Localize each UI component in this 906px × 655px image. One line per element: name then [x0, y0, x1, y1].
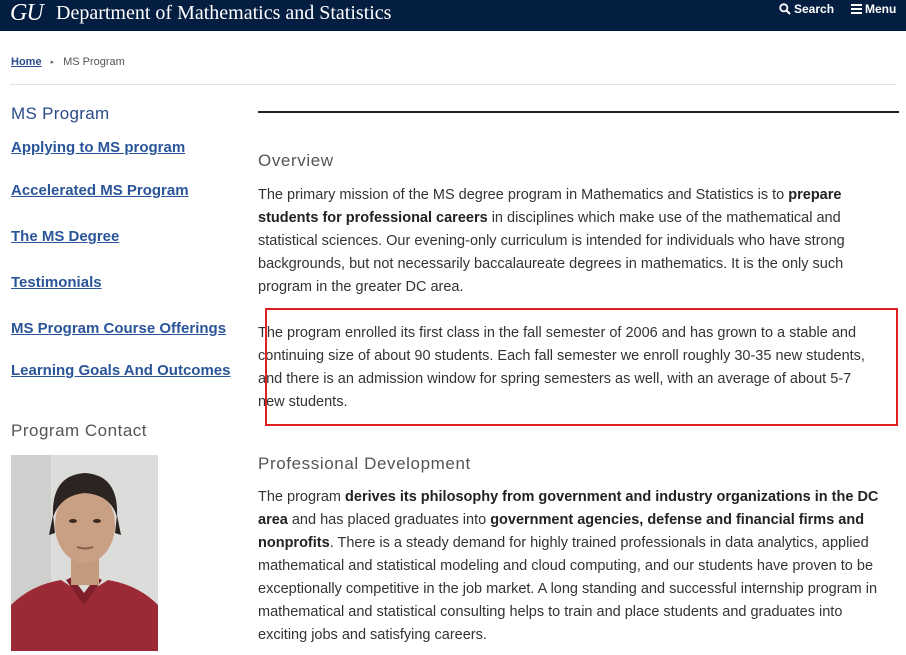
- department-title[interactable]: Department of Mathematics and Statistics: [56, 2, 391, 24]
- prof-line-1: The program derives its philosophy from …: [258, 489, 879, 505]
- overview-heading: Overview: [258, 151, 334, 170]
- overview-line-1: The primary mission of the MS degree pro…: [258, 187, 842, 203]
- search-button[interactable]: Search: [779, 2, 834, 16]
- sidebar-link-testimonials[interactable]: Testimonials: [11, 274, 102, 291]
- program-contact-photo: [11, 455, 158, 651]
- top-navigation-bar: GU Department of Mathematics and Statist…: [0, 0, 906, 31]
- sidebar-link-accelerated[interactable]: Accelerated MS Program: [11, 182, 189, 199]
- prof-line-2: area and has placed graduates into gover…: [258, 512, 865, 528]
- university-logo[interactable]: GU: [10, 0, 44, 26]
- sidebar-link-applying[interactable]: Applying to MS program: [11, 139, 185, 156]
- enrollment-line-4: new students.: [258, 394, 348, 410]
- hamburger-icon: [851, 4, 862, 14]
- professional-development-heading: Professional Development: [258, 454, 471, 473]
- prof-line-6: mathematical and statistical consulting …: [258, 604, 843, 620]
- enrollment-paragraph: The program enrolled its first class in …: [258, 322, 903, 414]
- overview-line-5: program in the greater DC area.: [258, 279, 464, 295]
- program-contact-title: Program Contact: [11, 421, 147, 440]
- breadcrumb-current: MS Program: [63, 56, 125, 68]
- sidebar-title: MS Program: [11, 104, 110, 123]
- breadcrumb-divider: [10, 84, 896, 85]
- sidebar-link-course-offerings[interactable]: MS Program Course Offerings: [11, 320, 226, 337]
- search-label: Search: [794, 2, 835, 16]
- menu-label: Menu: [865, 2, 897, 16]
- sidebar-link-learning-goals[interactable]: Learning Goals And Outcomes: [11, 362, 230, 379]
- prof-line-3: nonprofits. There is a steady demand for…: [258, 535, 869, 551]
- content-top-rule: [258, 111, 899, 113]
- breadcrumb-separator-icon: ▸: [50, 59, 55, 66]
- overview-line-4: backgrounds, but not necessarily baccala…: [258, 256, 844, 272]
- search-icon: [779, 3, 791, 15]
- enrollment-line-3: and there is an admission window for spr…: [258, 371, 852, 387]
- prof-line-7: exciting jobs and satisfying careers.: [258, 627, 487, 643]
- menu-button[interactable]: Menu: [851, 2, 896, 16]
- prof-line-4: mathematical and statistical modeling an…: [258, 558, 874, 574]
- overview-line-2: students for professional careers in dis…: [258, 210, 841, 226]
- breadcrumb-home-link[interactable]: Home: [11, 56, 42, 68]
- enrollment-line-1: The program enrolled its first class in …: [258, 325, 857, 341]
- overview-paragraph: The primary mission of the MS degree pro…: [258, 184, 903, 299]
- prof-line-5: exceptionally competitive in the job mar…: [258, 581, 878, 597]
- professional-development-paragraph: The program derives its philosophy from …: [258, 486, 903, 647]
- breadcrumb: Home ▸ MS Program: [11, 56, 125, 68]
- overview-line-3: statistical sciences. Our evening-only c…: [258, 233, 845, 249]
- sidebar-link-ms-degree[interactable]: The MS Degree: [11, 228, 119, 245]
- enrollment-line-2: continuing size of about 90 students. Ea…: [258, 348, 865, 364]
